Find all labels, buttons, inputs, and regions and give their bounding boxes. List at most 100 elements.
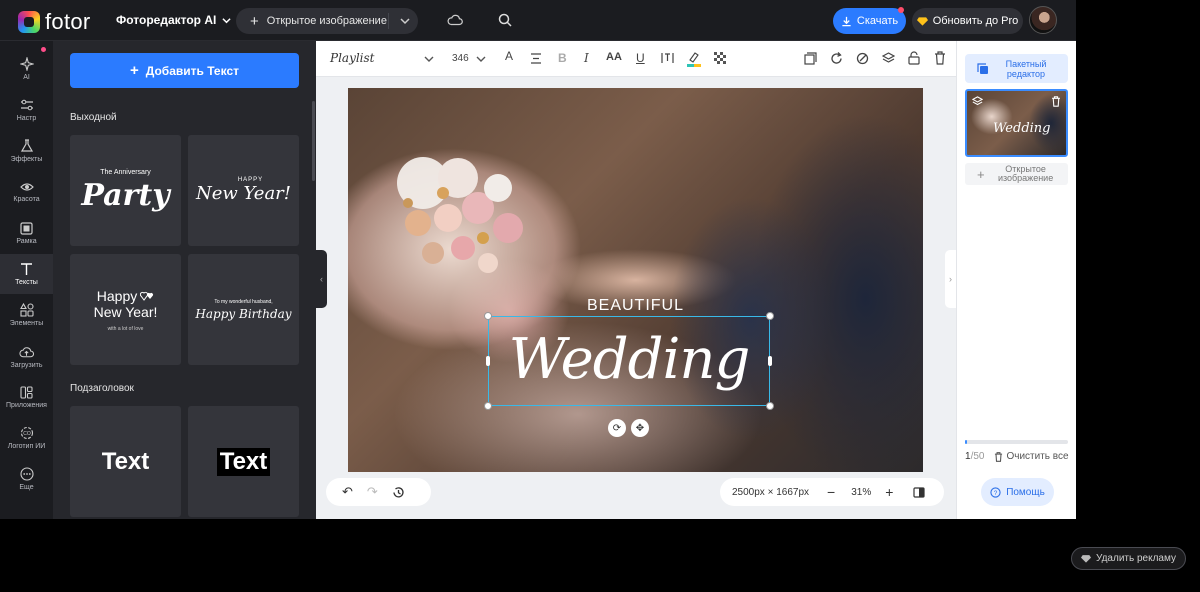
- template-card-birthday[interactable]: To my wonderful husband, Happy Birthday: [188, 254, 299, 365]
- batch-panel: Пакетный редактор Wedding + Открытое изо…: [956, 41, 1076, 519]
- diamond-icon: [1081, 555, 1092, 563]
- rotate-handle-icon[interactable]: ⟳: [608, 419, 626, 437]
- add-image-button[interactable]: + Открытое изображение: [965, 163, 1068, 185]
- template-card-text-boxed[interactable]: Text: [188, 406, 299, 517]
- notification-dot: [898, 7, 904, 13]
- panel-scrollbar[interactable]: [312, 101, 315, 181]
- rail-label: Настр: [16, 114, 37, 122]
- shape-icon[interactable]: [856, 52, 869, 65]
- undo-icon[interactable]: ↶: [342, 484, 353, 500]
- lock-icon[interactable]: [908, 51, 920, 65]
- rail-label: Эффекты: [10, 156, 43, 163]
- zoom-controls: 2500px × 1667px − 31% +: [720, 478, 944, 506]
- template-card-text-plain[interactable]: Text: [70, 406, 181, 517]
- rail-item-adjust[interactable]: Настр: [0, 90, 53, 130]
- trash-icon[interactable]: [934, 51, 946, 65]
- cloud-icon[interactable]: [447, 13, 463, 27]
- wedding-photo-canvas[interactable]: BEAUTIFUL Wedding ⟳ ✥: [348, 88, 923, 472]
- user-avatar[interactable]: [1029, 6, 1057, 34]
- layers-icon[interactable]: [882, 52, 895, 65]
- template-big-text: Text: [216, 447, 271, 476]
- effects-icon: [20, 139, 33, 152]
- template-card-party[interactable]: The Anniversary Party: [70, 135, 181, 246]
- template-small-text: The Anniversary: [100, 168, 151, 176]
- transparency-icon[interactable]: [714, 52, 726, 64]
- chevron-left-icon: ‹: [320, 274, 323, 284]
- rail-label: Красота: [13, 196, 40, 203]
- zoom-out-icon[interactable]: −: [827, 484, 835, 500]
- add-text-label: Добавить Текст: [145, 63, 240, 78]
- duplicate-icon[interactable]: [804, 52, 817, 65]
- section-title-holiday: Выходной: [70, 112, 117, 123]
- bold-icon[interactable]: B: [558, 51, 567, 65]
- move-handle-icon[interactable]: ✥: [631, 419, 649, 437]
- batch-editor-button[interactable]: Пакетный редактор: [965, 54, 1068, 83]
- selection-box[interactable]: [488, 316, 770, 406]
- case-icon[interactable]: AA: [606, 51, 622, 63]
- resize-handle-bottom-right[interactable]: [766, 402, 774, 410]
- template-card-happy-new-year[interactable]: Happy New Year! with a lot of love: [70, 254, 181, 365]
- add-image-label: Открытое изображение: [997, 164, 1054, 183]
- rail-label: Рамка: [16, 237, 37, 245]
- rail-item-text[interactable]: Тексты: [0, 254, 53, 294]
- resize-handle-top-left[interactable]: [484, 312, 492, 320]
- history-icon[interactable]: [392, 486, 405, 499]
- image-count-total: /50: [970, 451, 985, 462]
- text-color-icon[interactable]: A: [505, 49, 513, 63]
- text-icon: [21, 263, 32, 275]
- collapse-right-panel-button[interactable]: ›: [945, 250, 956, 308]
- collapse-panel-button[interactable]: ‹: [316, 250, 327, 308]
- upgrade-pro-button[interactable]: Обновить до Pro: [912, 8, 1023, 34]
- font-size-select[interactable]: 346: [452, 53, 469, 64]
- batch-progress-bar: [965, 440, 1068, 444]
- rotate-icon[interactable]: [830, 52, 843, 65]
- open-image-button[interactable]: + Открытое изображение: [236, 8, 418, 34]
- search-icon[interactable]: [498, 13, 512, 27]
- font-family-select[interactable]: Playlist: [330, 51, 375, 65]
- rail-item-ai-logo[interactable]: CO Логотип ИИ: [0, 418, 53, 458]
- template-card-new-year[interactable]: HAPPY New Year!: [188, 135, 299, 246]
- resize-handle-bottom-left[interactable]: [484, 402, 492, 410]
- resize-handle-right[interactable]: [768, 356, 772, 366]
- rail-item-more[interactable]: Еще: [0, 459, 53, 499]
- rail-item-beauty[interactable]: Красота: [0, 172, 53, 212]
- canvas-text-beautiful[interactable]: BEAUTIFUL: [348, 297, 923, 315]
- resize-handle-left[interactable]: [486, 356, 490, 366]
- rail-item-apps[interactable]: Приложения: [0, 377, 53, 417]
- download-icon: [842, 16, 851, 26]
- canvas-dimensions[interactable]: 2500px × 1667px: [732, 487, 809, 498]
- top-bar: fotor Фоторедактор AI + Открытое изображ…: [0, 0, 1076, 41]
- rail-item-frame[interactable]: Рамка: [0, 213, 53, 253]
- rail-item-ai[interactable]: AI: [0, 49, 53, 89]
- editor-mode-menu[interactable]: Фоторедактор AI: [116, 13, 231, 27]
- zoom-in-icon[interactable]: +: [885, 484, 893, 500]
- rail-item-effects[interactable]: Эффекты: [0, 131, 53, 171]
- template-big-text: Happy Birthday: [195, 306, 292, 321]
- image-thumbnail[interactable]: Wedding: [965, 89, 1068, 157]
- adjust-icon: [20, 99, 33, 110]
- fotor-logo[interactable]: fotor: [18, 9, 91, 35]
- align-icon[interactable]: [530, 53, 542, 64]
- rail-item-elements[interactable]: Элементы: [0, 295, 53, 335]
- chevron-down-icon[interactable]: [424, 55, 434, 63]
- highlight-icon[interactable]: [686, 50, 702, 67]
- image-count: 1/50: [965, 451, 984, 462]
- rail-item-upload[interactable]: Загрузить: [0, 337, 53, 377]
- add-text-button[interactable]: + Добавить Текст: [70, 53, 299, 88]
- resize-handle-top-right[interactable]: [766, 312, 774, 320]
- compare-icon[interactable]: [913, 486, 926, 498]
- underline-icon[interactable]: U: [636, 51, 645, 65]
- help-button[interactable]: ? Помощь: [981, 478, 1054, 506]
- clear-all-button[interactable]: Очистить все: [994, 451, 1069, 462]
- spacing-icon[interactable]: [661, 52, 674, 64]
- chevron-down-icon[interactable]: [476, 55, 486, 63]
- zoom-level[interactable]: 31%: [851, 487, 871, 498]
- remove-ads-button[interactable]: Удалить рекламу: [1071, 547, 1186, 570]
- chevron-down-icon[interactable]: [398, 13, 412, 29]
- download-button[interactable]: Скачать: [833, 7, 906, 34]
- template-big-text: New Year!: [195, 183, 292, 204]
- redo-icon[interactable]: ↷: [367, 484, 378, 500]
- template-big-text: Party: [81, 177, 170, 213]
- trash-icon[interactable]: [1051, 96, 1061, 107]
- italic-icon[interactable]: I: [584, 51, 589, 65]
